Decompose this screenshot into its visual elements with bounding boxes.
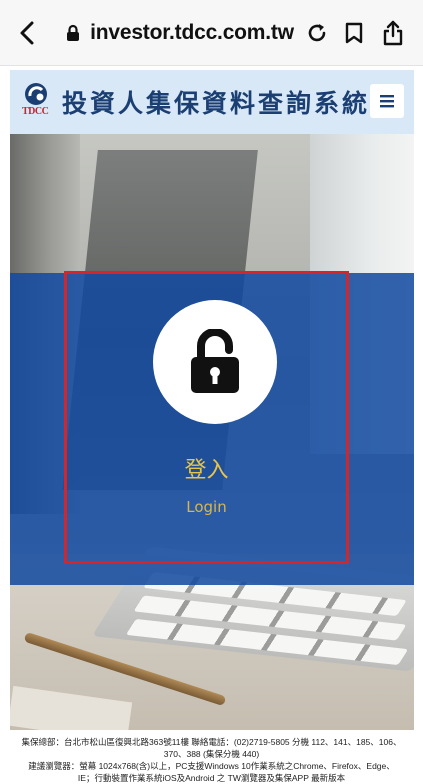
menu-icon[interactable] xyxy=(370,84,404,118)
url-text: investor.tdcc.com.tw xyxy=(90,20,294,44)
footer-browser-note: 建議瀏覽器：螢幕 1024x768(含)以上，PC支援Windows 10作業系… xyxy=(28,761,395,771)
unlocked-padlock-icon[interactable] xyxy=(153,300,277,424)
login-label-zh[interactable]: 登入 xyxy=(64,452,349,484)
site-header: TDCC 投資人集保資料查詢系統 xyxy=(10,70,414,134)
tdcc-logo-icon xyxy=(25,83,47,105)
tdcc-logo[interactable]: TDCC xyxy=(22,82,54,122)
browser-toolbar: investor.tdcc.com.tw xyxy=(0,0,423,66)
login-label-en[interactable]: Login xyxy=(64,498,349,516)
book-icon[interactable] xyxy=(343,19,366,47)
logo-text: TDCC xyxy=(22,106,49,117)
footer: 集保總部：台北市松山區復興北路363號11樓 聯絡電話：(02)2719-580… xyxy=(0,730,423,784)
address-bar[interactable]: investor.tdcc.com.tw xyxy=(66,21,294,45)
share-icon[interactable] xyxy=(382,19,405,47)
chevron-left-icon[interactable] xyxy=(18,19,36,47)
reload-icon[interactable] xyxy=(306,19,329,47)
footer-extensions: 370、388 (集保分機 440) xyxy=(163,749,260,759)
footer-address: 集保總部：台北市松山區復興北路363號11樓 聯絡電話：(02)2719-580… xyxy=(21,737,402,747)
site-title: 投資人集保資料查詢系統 xyxy=(62,89,371,118)
lock-icon xyxy=(66,24,80,42)
footer-mobile-note: IE；行動裝置作業系統iOS及Android 之 TW瀏覽器及集保APP 最新版… xyxy=(77,773,346,783)
